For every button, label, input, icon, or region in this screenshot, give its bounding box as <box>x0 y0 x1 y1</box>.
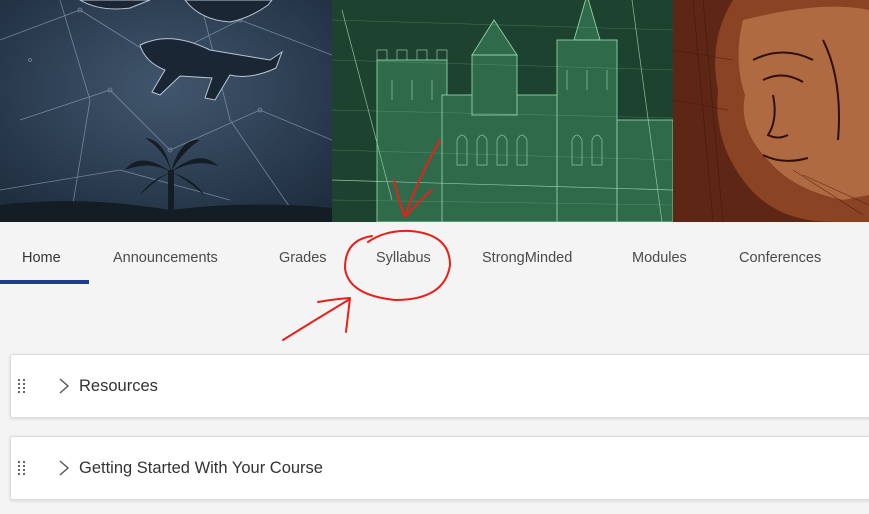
tab-modules[interactable]: Modules <box>632 222 687 284</box>
active-tab-indicator <box>0 280 89 284</box>
annotation-arrow-bottom <box>282 298 351 341</box>
course-navigation: Home Announcements Grades Syllabus Stron… <box>0 222 869 286</box>
banner-castle-image <box>332 0 673 222</box>
drag-handle-icon[interactable] <box>17 378 27 394</box>
module-title[interactable]: Getting Started With Your Course <box>79 437 323 499</box>
tab-strongminded[interactable]: StrongMinded <box>482 222 572 284</box>
module-getting-started[interactable]: Getting Started With Your Course <box>10 436 869 500</box>
banner-portrait-image <box>673 0 869 222</box>
drag-handle-icon[interactable] <box>17 460 27 476</box>
tab-grades[interactable]: Grades <box>279 222 327 284</box>
tab-conferences[interactable]: Conferences <box>739 222 821 284</box>
banner-star-chart-image <box>0 0 332 222</box>
tab-syllabus[interactable]: Syllabus <box>376 222 431 284</box>
chevron-right-icon[interactable] <box>57 459 71 477</box>
module-resources[interactable]: Resources <box>10 354 869 418</box>
tab-home[interactable]: Home <box>22 222 61 284</box>
tab-announcements[interactable]: Announcements <box>113 222 218 284</box>
chevron-right-icon[interactable] <box>57 377 71 395</box>
module-title[interactable]: Resources <box>79 355 158 417</box>
course-banner <box>0 0 869 222</box>
